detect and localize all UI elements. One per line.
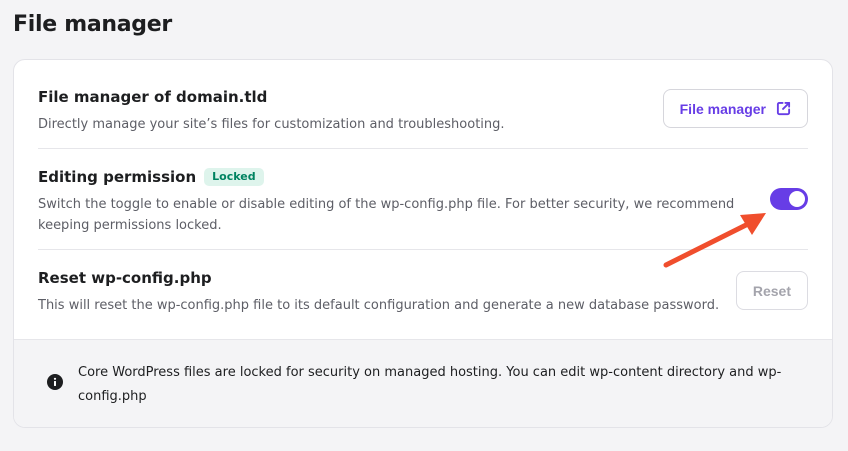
- reset-button[interactable]: Reset: [735, 271, 808, 310]
- info-bar: Core WordPress files are locked for secu…: [14, 339, 832, 427]
- reset-row: Reset wp-config.php This will reset the …: [38, 269, 808, 316]
- divider: [38, 148, 808, 149]
- annotation-arrow-icon: [663, 213, 766, 268]
- file-manager-description: Directly manage your site’s files for cu…: [38, 117, 505, 132]
- file-manager-button[interactable]: File manager: [662, 89, 808, 128]
- file-manager-button-label: File manager: [679, 100, 766, 117]
- info-text: Core WordPress files are locked for secu…: [78, 365, 782, 404]
- editing-permission-title-wrap: Editing permission Locked: [38, 168, 808, 186]
- editing-permission-description: Switch the toggle to enable or disable e…: [38, 197, 735, 233]
- page-title: File manager: [13, 12, 172, 37]
- info-icon: [47, 374, 63, 390]
- external-link-icon: [776, 101, 791, 116]
- editing-permission-title: Editing permission: [38, 168, 197, 186]
- toggle-knob: [789, 191, 805, 207]
- reset-title: Reset wp-config.php: [38, 269, 212, 287]
- editing-permission-toggle[interactable]: [770, 188, 808, 210]
- status-badge: Locked: [204, 168, 264, 186]
- reset-description: This will reset the wp-config.php file t…: [38, 298, 720, 313]
